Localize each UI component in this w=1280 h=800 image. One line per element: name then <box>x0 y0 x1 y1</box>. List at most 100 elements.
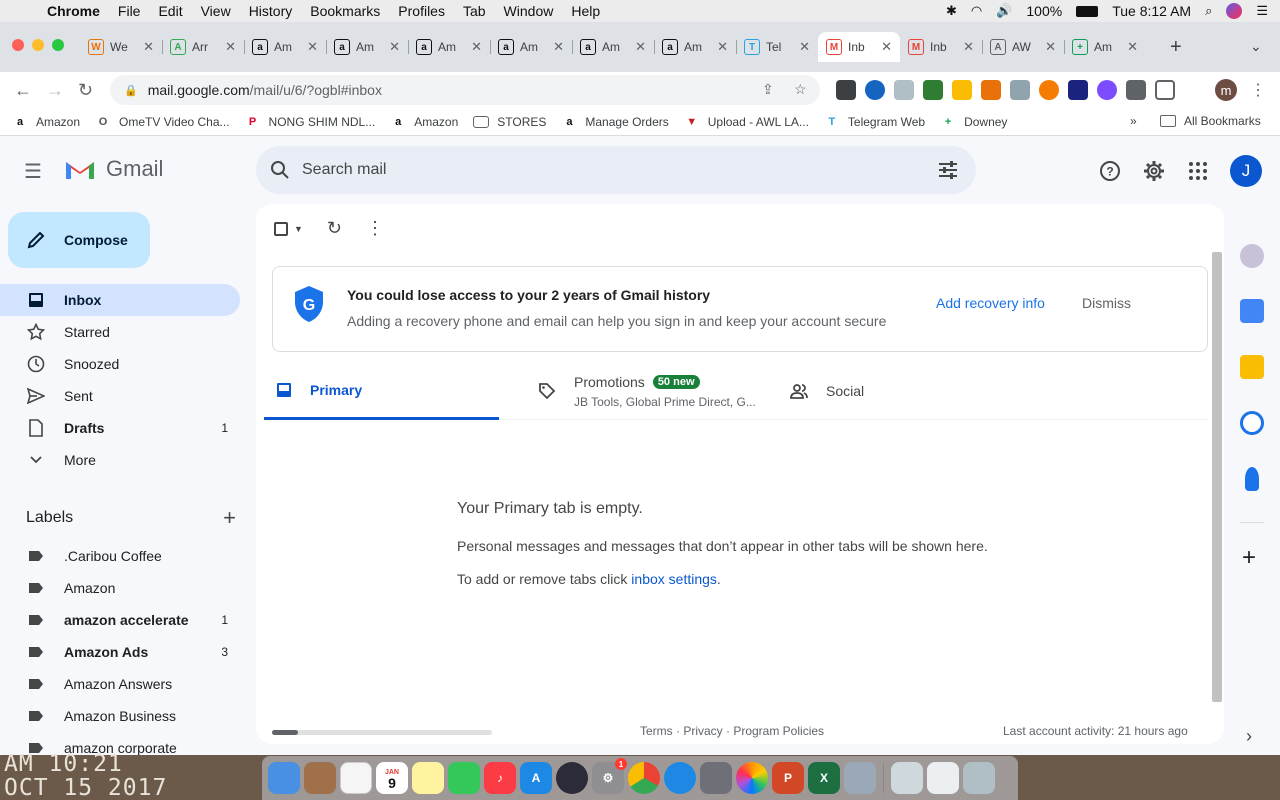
tab-search-chevron-icon[interactable]: ⌄ <box>1250 38 1262 55</box>
close-tab-icon[interactable]: ✕ <box>471 39 482 55</box>
tab-promotions[interactable]: Promotions 50 new JB Tools, Global Prime… <box>526 362 776 420</box>
powerpoint-icon[interactable]: P <box>772 762 804 794</box>
music-icon[interactable]: ♪ <box>484 762 516 794</box>
main-menu-icon[interactable]: ☰ <box>24 159 42 184</box>
reload-icon[interactable]: ↻ <box>78 80 93 101</box>
browser-tab[interactable]: M Inb ✕ <box>900 32 982 62</box>
notes-icon[interactable] <box>412 762 444 794</box>
account-activity[interactable]: Last account activity: 21 hours ago <box>1003 724 1188 738</box>
get-addons-plus-icon[interactable]: + <box>1242 544 1256 572</box>
preview-icon[interactable] <box>844 762 876 794</box>
menu-bookmarks[interactable]: Bookmarks <box>301 3 389 19</box>
side-panel-icon[interactable] <box>1155 80 1175 100</box>
expand-chevron-right-icon[interactable]: › <box>1246 726 1252 747</box>
sidebar-item[interactable]: Starred <box>0 316 240 348</box>
facetime-icon[interactable] <box>448 762 480 794</box>
close-tab-icon[interactable]: ✕ <box>881 39 892 55</box>
tab-social[interactable]: Social <box>778 362 978 420</box>
safari-icon[interactable] <box>664 762 696 794</box>
lock-icon[interactable]: 🔒 <box>124 84 138 97</box>
close-tab-icon[interactable]: ✕ <box>1127 39 1138 55</box>
photos-icon[interactable] <box>736 762 768 794</box>
forward-arrow-icon[interactable]: → <box>46 80 64 101</box>
extension-icon[interactable] <box>865 80 885 100</box>
all-bookmarks-button[interactable]: All Bookmarks <box>1160 114 1261 128</box>
sidebar-item[interactable]: Amazon <box>0 572 240 604</box>
close-tab-icon[interactable]: ✕ <box>143 39 154 55</box>
browser-tab[interactable]: a Am ✕ <box>326 32 408 62</box>
extensions-puzzle-icon[interactable] <box>1126 80 1146 100</box>
extension-icon[interactable] <box>1010 80 1030 100</box>
bookmark-item[interactable]: T Telegram Web <box>824 114 926 130</box>
chrome-app-icon[interactable] <box>628 762 660 794</box>
calendar-app-icon[interactable]: JAN 9 <box>376 762 408 794</box>
sidebar-item[interactable]: Snoozed <box>0 348 240 380</box>
finder-icon[interactable] <box>268 762 300 794</box>
extension-icon[interactable] <box>1097 80 1117 100</box>
footer-links[interactable]: Terms · Privacy · Program Policies <box>640 724 824 738</box>
vertical-scrollbar[interactable] <box>1212 252 1222 702</box>
menu-window[interactable]: Window <box>495 3 563 19</box>
sidebar-item[interactable]: amazon accelerate 1 <box>0 604 240 636</box>
close-tab-icon[interactable]: ✕ <box>389 39 400 55</box>
close-window-button[interactable] <box>12 39 24 51</box>
addon-icon[interactable] <box>1240 244 1264 268</box>
bookmark-item[interactable]: ▼ Upload - AWL LA... <box>684 114 809 130</box>
chrome-profile-avatar[interactable]: m <box>1215 79 1237 101</box>
menu-history[interactable]: History <box>240 3 302 19</box>
bookmark-item[interactable]: a Amazon <box>12 114 80 130</box>
help-icon[interactable]: ? <box>1099 160 1121 182</box>
wifi-icon[interactable]: ◠ <box>971 3 982 19</box>
minimize-window-button[interactable] <box>32 39 44 51</box>
bluetooth-icon[interactable]: ✱ <box>946 3 957 19</box>
siri-app-icon[interactable] <box>556 762 588 794</box>
more-options-icon[interactable]: ⋮ <box>366 218 384 239</box>
share-icon[interactable]: ⇪ <box>762 81 774 98</box>
bookmark-item[interactable]: O OmeTV Video Cha... <box>95 114 230 130</box>
browser-tab[interactable]: A Arr ✕ <box>162 32 244 62</box>
gmail-logo[interactable]: Gmail <box>64 156 163 182</box>
browser-tab[interactable]: A AW ✕ <box>982 32 1064 62</box>
sidebar-item[interactable]: .Caribou Coffee <box>0 540 240 572</box>
documents-stack-icon[interactable] <box>927 762 959 794</box>
bookmark-item[interactable]: a Manage Orders <box>561 114 668 130</box>
system-preferences-icon[interactable]: ⚙ 1 <box>592 758 627 794</box>
sidebar-item[interactable]: Drafts 1 <box>0 412 240 444</box>
sidebar-item[interactable]: More <box>0 444 240 476</box>
contacts-book-icon[interactable] <box>304 762 336 794</box>
browser-tab[interactable]: W We ✕ <box>80 32 162 62</box>
browser-tab[interactable]: a Am ✕ <box>408 32 490 62</box>
horizontal-scrollbar[interactable] <box>272 730 492 735</box>
address-bar[interactable]: 🔒 mail.google.com/mail/u/6/?ogbl#inbox ⇪… <box>110 75 820 105</box>
extension-icon[interactable] <box>1039 80 1059 100</box>
sidebar-item[interactable]: Amazon Business <box>0 700 240 732</box>
tab-primary[interactable]: Primary <box>264 362 499 420</box>
back-arrow-icon[interactable]: ← <box>14 80 32 101</box>
bookmark-item[interactable]: + Downey <box>940 114 1008 130</box>
settings-gear-icon[interactable] <box>1143 160 1165 182</box>
browser-tab[interactable]: a Am ✕ <box>572 32 654 62</box>
menubar-clock[interactable]: Tue 8:12 AM <box>1112 3 1191 19</box>
launchpad-icon[interactable] <box>700 762 732 794</box>
battery-percent[interactable]: 100% <box>1026 3 1062 19</box>
menu-view[interactable]: View <box>192 3 240 19</box>
spotlight-search-icon[interactable]: ⌕ <box>1205 3 1212 19</box>
close-tab-icon[interactable]: ✕ <box>307 39 318 55</box>
select-all-checkbox[interactable]: ▼ <box>274 221 303 236</box>
extension-icon[interactable] <box>894 80 914 100</box>
reminders-icon[interactable] <box>340 762 372 794</box>
extension-icon[interactable] <box>923 80 943 100</box>
downloads-stack-icon[interactable] <box>891 762 923 794</box>
search-options-icon[interactable] <box>938 160 958 180</box>
excel-icon[interactable]: X <box>808 762 840 794</box>
close-tab-icon[interactable]: ✕ <box>1045 39 1056 55</box>
close-tab-icon[interactable]: ✕ <box>717 39 728 55</box>
bookmarks-overflow-icon[interactable]: » <box>1130 114 1137 128</box>
browser-tab[interactable]: M Inb ✕ <box>818 32 900 62</box>
chrome-menu-icon[interactable]: ⋮ <box>1250 80 1266 100</box>
browser-tab[interactable]: a Am ✕ <box>244 32 326 62</box>
add-recovery-info-button[interactable]: Add recovery info <box>936 295 1045 311</box>
close-tab-icon[interactable]: ✕ <box>225 39 236 55</box>
account-avatar[interactable]: J <box>1230 155 1262 187</box>
trash-icon[interactable] <box>963 762 995 794</box>
